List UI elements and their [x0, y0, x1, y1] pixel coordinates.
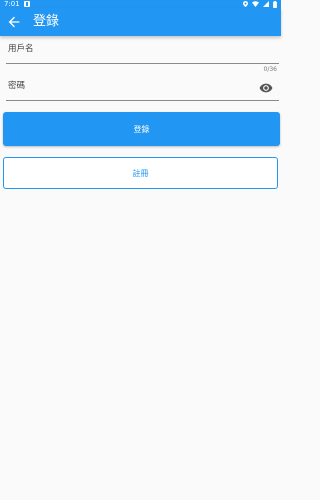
app-bar: 登錄 [0, 8, 281, 36]
notification-icon [24, 1, 30, 7]
status-icons [243, 0, 277, 8]
register-button[interactable]: 註冊 [3, 157, 278, 189]
page-title: 登錄 [33, 14, 60, 29]
password-visibility-toggle[interactable] [259, 80, 273, 94]
username-char-counter: 0/36 [263, 66, 277, 73]
status-bar: 7:01 [0, 0, 281, 8]
back-button[interactable] [6, 14, 22, 30]
username-field-container [6, 37, 279, 64]
arrow-back-icon [8, 16, 20, 28]
eye-icon [259, 83, 273, 93]
location-icon [243, 1, 248, 7]
battery-icon [273, 0, 277, 8]
status-time: 7:01 [4, 0, 20, 8]
signal-icon [263, 1, 269, 7]
password-input[interactable] [6, 74, 250, 98]
login-button[interactable]: 登錄 [3, 112, 280, 146]
wifi-icon [252, 1, 259, 7]
password-field-container [6, 74, 279, 101]
username-input[interactable] [6, 37, 250, 61]
